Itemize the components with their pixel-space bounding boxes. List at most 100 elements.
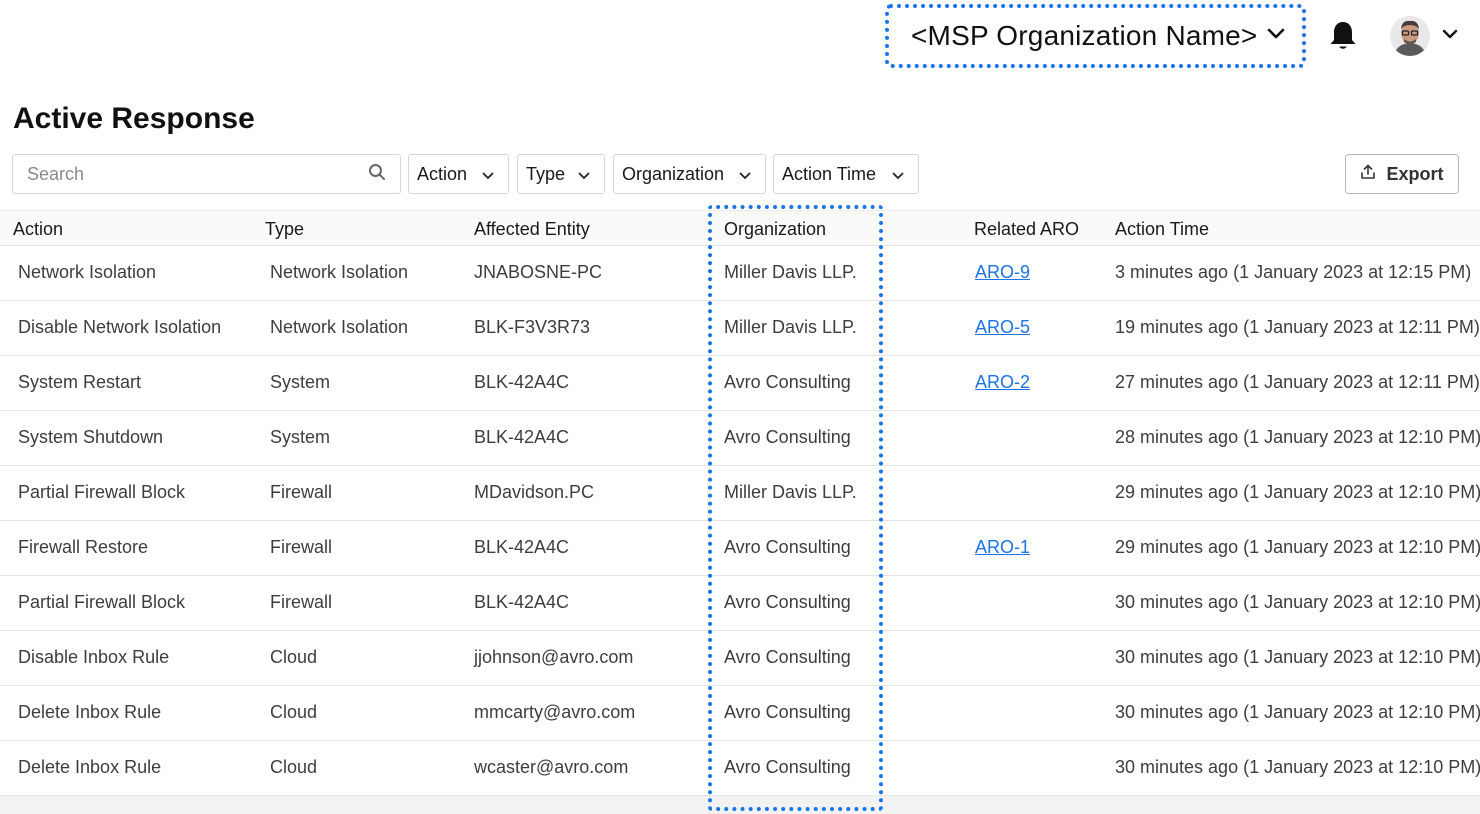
chevron-down-icon: [1267, 27, 1285, 45]
cell-type: System: [270, 427, 331, 447]
cell-type: Firewall: [270, 482, 333, 502]
chevron-down-icon: [892, 164, 904, 185]
column-header-organization[interactable]: Organization: [724, 219, 826, 240]
export-icon: [1360, 164, 1376, 185]
cell-affected-entity: BLK-42A4C: [474, 537, 570, 557]
table-row[interactable]: Partial Firewall Block Firewall BLK-42A4C A…: [0, 576, 1480, 631]
related-aro-link[interactable]: ARO-2: [975, 372, 1030, 392]
organization-filter-dropdown[interactable]: Organization: [613, 154, 766, 194]
action-time-filter-label: Action Time: [782, 163, 877, 184]
type-filter-dropdown[interactable]: Type: [517, 154, 605, 194]
table-row[interactable]: Network Isolation Network Isolation JNABOS…: [0, 246, 1480, 301]
avatar: [1390, 16, 1430, 56]
cell-type: Cloud: [270, 702, 318, 722]
bell-icon[interactable]: [1328, 20, 1358, 52]
table-row[interactable]: Firewall Restore Firewall BLK-42A4C Avro Co…: [0, 521, 1480, 576]
table-header: Action Type Affected Entity Organization…: [0, 210, 1480, 246]
search-box[interactable]: [12, 154, 401, 194]
cell-related-aro: ARO-2: [975, 372, 1030, 393]
cell-organization: Avro Consulting: [724, 757, 851, 777]
cell-action: System Restart: [18, 372, 142, 392]
cell-affected-entity: JNABOSNE-PC: [474, 262, 603, 282]
cell-type: Cloud: [270, 647, 318, 667]
table-row[interactable]: Delete Inbox Rule Cloud wcaster@avro.com Av…: [0, 741, 1480, 796]
type-filter-label: Type: [526, 163, 566, 184]
active-response-table: Action Type Affected Entity Organization…: [0, 210, 1480, 814]
table-row[interactable]: Disable Inbox Rule Cloud jjohnson@avro.com…: [0, 631, 1480, 686]
table-row[interactable]: Delete Inbox Rule Cloud mmcarty@avro.com Av…: [0, 686, 1480, 741]
related-aro-link[interactable]: ARO-1: [975, 537, 1030, 557]
column-header-action[interactable]: Action: [13, 219, 63, 240]
cell-related-aro: ARO-9: [975, 262, 1030, 283]
cell-organization: Avro Consulting: [724, 372, 851, 392]
action-filter-dropdown[interactable]: Action: [408, 154, 509, 194]
cell-type: Network Isolation: [270, 317, 409, 337]
cell-action-time: 30 minutes ago (1 January 2023 at 12:10 …: [1115, 702, 1480, 722]
related-aro-link[interactable]: ARO-5: [975, 317, 1030, 337]
cell-affected-entity: wcaster@avro.com: [474, 757, 629, 777]
action-time-filter-dropdown[interactable]: Action Time: [773, 154, 919, 194]
cell-affected-entity: BLK-F3V3R73: [474, 317, 591, 337]
table-row[interactable]: Partial Firewall Block Firewall MDavidson.…: [0, 466, 1480, 521]
cell-action-time: 29 minutes ago (1 January 2023 at 12:10 …: [1115, 482, 1480, 502]
table-row[interactable]: System Shutdown System BLK-42A4C Avro Consu…: [0, 411, 1480, 466]
cell-action: Partial Firewall Block: [18, 592, 186, 612]
cell-action: Firewall Restore: [18, 537, 149, 557]
cell-type: Firewall: [270, 592, 333, 612]
cell-organization: Miller Davis LLP.: [724, 262, 857, 282]
chevron-down-icon: [482, 164, 494, 185]
column-header-related-aro[interactable]: Related ARO: [974, 219, 1079, 240]
cell-organization: Avro Consulting: [724, 647, 851, 667]
cell-action-time: 27 minutes ago (1 January 2023 at 12:11 …: [1115, 372, 1480, 392]
column-header-type[interactable]: Type: [265, 219, 304, 240]
export-label: Export: [1386, 163, 1444, 184]
cell-organization: Avro Consulting: [724, 702, 851, 722]
cell-action: Delete Inbox Rule: [18, 757, 162, 777]
cell-type: Firewall: [270, 537, 333, 557]
org-switcher-dropdown[interactable]: <MSP Organization Name>: [885, 4, 1306, 68]
cell-action: Network Isolation: [18, 262, 157, 282]
chevron-down-icon: [1442, 27, 1458, 45]
cell-action-time: 19 minutes ago (1 January 2023 at 12:11 …: [1115, 317, 1480, 337]
cell-action-time: 30 minutes ago (1 January 2023 at 12:10 …: [1115, 757, 1480, 777]
cell-related-aro: ARO-1: [975, 537, 1030, 558]
action-filter-label: Action: [417, 163, 468, 184]
cell-action-time: 3 minutes ago (1 January 2023 at 12:15 P…: [1115, 262, 1472, 282]
search-input[interactable]: [27, 163, 347, 185]
cell-type: Cloud: [270, 757, 318, 777]
cell-organization: Avro Consulting: [724, 537, 851, 557]
cell-affected-entity: BLK-42A4C: [474, 427, 570, 447]
cell-affected-entity: BLK-42A4C: [474, 592, 570, 612]
user-menu[interactable]: [1390, 16, 1458, 56]
cell-organization: Avro Consulting: [724, 427, 851, 447]
cell-action: System Shutdown: [18, 427, 164, 447]
cell-related-aro: ARO-5: [975, 317, 1030, 338]
cell-organization: Miller Davis LLP.: [724, 317, 857, 337]
cell-action: Delete Inbox Rule: [18, 702, 162, 722]
table-footer: [0, 796, 1480, 814]
chevron-down-icon: [578, 164, 590, 185]
organization-filter-label: Organization: [622, 163, 725, 184]
related-aro-link[interactable]: ARO-9: [975, 262, 1030, 282]
cell-action: Disable Network Isolation: [18, 317, 222, 337]
column-header-action-time[interactable]: Action Time: [1115, 219, 1209, 240]
cell-organization: Avro Consulting: [724, 592, 851, 612]
page-title: Active Response: [13, 102, 255, 135]
chevron-down-icon: [739, 164, 751, 185]
table-row[interactable]: System Restart System BLK-42A4C Avro Consul…: [0, 356, 1480, 411]
cell-type: System: [270, 372, 331, 392]
cell-affected-entity: jjohnson@avro.com: [474, 647, 634, 667]
cell-action: Disable Inbox Rule: [18, 647, 170, 667]
cell-action: Partial Firewall Block: [18, 482, 186, 502]
cell-type: Network Isolation: [270, 262, 409, 282]
cell-action-time: 28 minutes ago (1 January 2023 at 12:10 …: [1115, 427, 1480, 447]
search-icon[interactable]: [368, 163, 386, 186]
export-button[interactable]: Export: [1345, 154, 1459, 194]
column-header-affected-entity[interactable]: Affected Entity: [474, 219, 590, 240]
cell-organization: Miller Davis LLP.: [724, 482, 857, 502]
org-switcher-label: <MSP Organization Name>: [911, 20, 1258, 51]
cell-action-time: 30 minutes ago (1 January 2023 at 12:10 …: [1115, 647, 1480, 667]
cell-affected-entity: MDavidson.PC: [474, 482, 595, 502]
table-row[interactable]: Disable Network Isolation Network Isolati…: [0, 301, 1480, 356]
cell-affected-entity: mmcarty@avro.com: [474, 702, 636, 722]
